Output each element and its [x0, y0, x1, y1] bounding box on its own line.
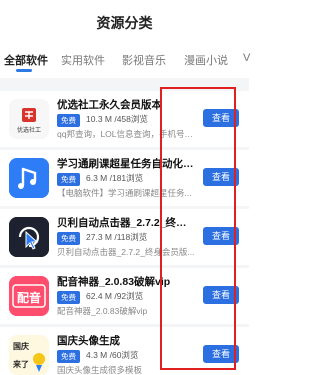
app-stats: 4.3 M /60浏览 — [86, 350, 139, 360]
category-tabs: 全部软件 实用软件 影视音乐 漫画小说 V — [0, 46, 250, 74]
app-name: 优选社工永久会员版本 — [57, 99, 162, 111]
music-note-icon — [9, 158, 49, 198]
tab-comics-novels[interactable]: 漫画小说 — [184, 52, 228, 68]
view-button[interactable]: 查看 — [203, 168, 239, 186]
app-stats: 6.3 M /181浏览 — [86, 173, 144, 183]
tab-utility-software[interactable]: 实用软件 — [61, 52, 105, 68]
list-item[interactable]: 学习通刷课超星任务自动化脚... 免费 6.3 M /181浏览 【电脑软件】学… — [0, 150, 249, 206]
app-name: 配音神器_2.0.83破解vip — [57, 276, 171, 288]
app-stats: 10.3 M /458浏览 — [86, 114, 148, 124]
svg-text:来了: 来了 — [12, 359, 29, 369]
app-description: 配音神器_2.0.83破解vip — [57, 306, 148, 316]
free-badge: 免费 — [57, 114, 80, 127]
tab-movies-music[interactable]: 影视音乐 — [122, 52, 166, 68]
free-badge: 免费 — [57, 232, 80, 245]
national-day-icon: 国庆 来了 — [9, 335, 49, 375]
app-description: 贝利自动点击器_2.7.2_终身会员版... — [57, 247, 195, 257]
pointer-click-icon — [9, 217, 49, 257]
view-button[interactable]: 查看 — [203, 286, 239, 304]
app-description: 【电脑软件】学习通刷课超星任务... — [57, 188, 192, 198]
app-description: qq邦查询，LOL信息查询，手机号反... — [57, 129, 197, 139]
view-button[interactable]: 查看 — [203, 345, 239, 363]
app-name: 国庆头像生成 — [57, 335, 120, 347]
svg-text:优选社工: 优选社工 — [17, 126, 41, 134]
page-title: 资源分类 — [96, 15, 153, 31]
dubbing-app-icon: 配音 — [9, 276, 49, 316]
app-list: 优选社工 优选社工永久会员版本 免费 10.3 M /458浏览 qq邦查询，L… — [0, 78, 249, 375]
active-tab-indicator — [16, 69, 32, 72]
app-name: 贝利自动点击器_2.7.2_终身会... — [57, 217, 197, 229]
list-item[interactable]: 优选社工 优选社工永久会员版本 免费 10.3 M /458浏览 qq邦查询，L… — [0, 91, 249, 147]
title-bar: 资源分类 — [0, 0, 249, 44]
youxuan-logo-icon: 优选社工 — [9, 99, 49, 139]
tab-more[interactable]: V — [243, 52, 250, 64]
app-stats: 27.3 M /118浏览 — [86, 232, 148, 242]
app-description: 国庆头像生成很多模板 — [57, 365, 143, 375]
free-badge: 免费 — [57, 173, 80, 186]
view-button[interactable]: 查看 — [203, 227, 239, 245]
list-item[interactable]: 国庆 来了 国庆头像生成 免费 4.3 M /60浏览 国庆头像生成很多模板 查… — [0, 327, 249, 375]
app-name: 学习通刷课超星任务自动化脚... — [57, 158, 197, 170]
tab-all-software[interactable]: 全部软件 — [4, 52, 48, 68]
free-badge: 免费 — [57, 291, 80, 304]
svg-text:配音: 配音 — [17, 290, 41, 305]
view-button[interactable]: 查看 — [203, 109, 239, 127]
free-badge: 免费 — [57, 350, 80, 363]
list-item[interactable]: 贝利自动点击器_2.7.2_终身会... 免费 27.3 M /118浏览 贝利… — [0, 209, 249, 265]
list-item[interactable]: 配音 配音神器_2.0.83破解vip 免费 62.4 M /92浏览 配音神器… — [0, 268, 249, 324]
app-stats: 62.4 M /92浏览 — [86, 291, 144, 301]
svg-text:国庆: 国庆 — [13, 341, 29, 351]
